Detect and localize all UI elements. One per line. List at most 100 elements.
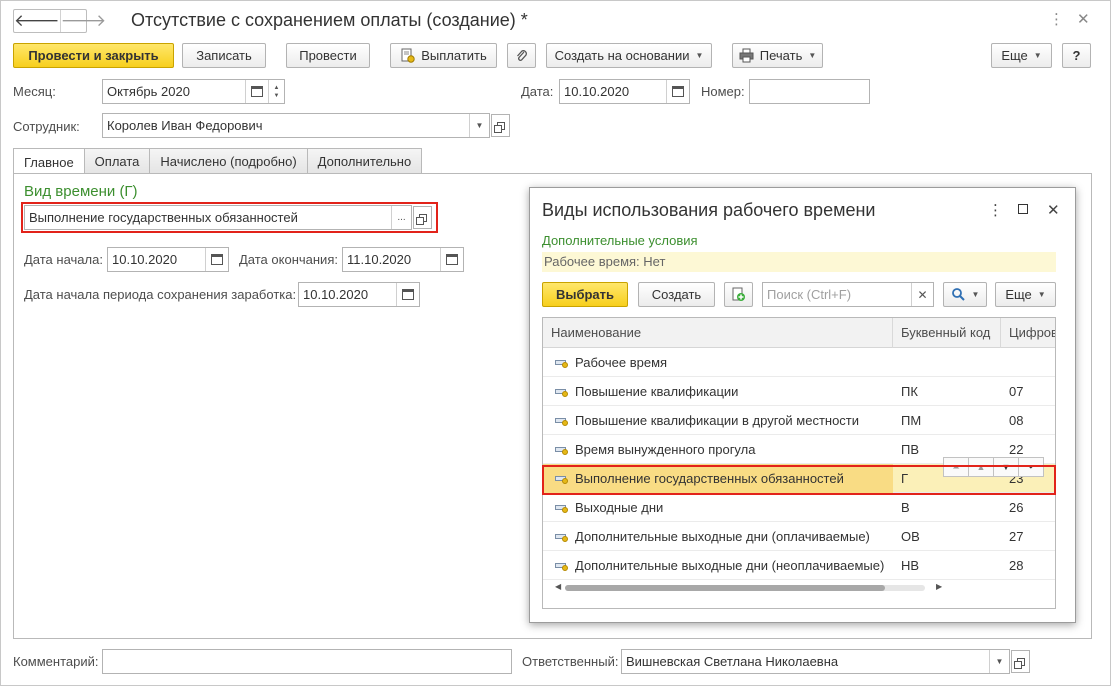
row-name: Выходные дни (575, 500, 664, 515)
column-header-digital-code[interactable]: Цифрово (1001, 318, 1055, 348)
earnings-start-field[interactable]: 10.10.2020 (298, 282, 420, 307)
row-name-cell: Дополнительные выходные дни (неоплачивае… (543, 551, 893, 580)
tab-main-label: Главное (24, 154, 74, 170)
row-digital-code (1001, 348, 1055, 377)
table-row[interactable]: Рабочее время (543, 348, 1055, 377)
search-options-button[interactable]: ▼ (943, 282, 987, 307)
month-calendar-button[interactable] (245, 80, 268, 103)
row-name-cell: Повышение квалификации (543, 377, 893, 406)
end-date-field[interactable]: 11.10.2020 (342, 247, 464, 272)
table-row[interactable]: Повышение квалификации в другой местност… (543, 406, 1055, 435)
table-row[interactable]: Дополнительные выходные дни (оплачиваемы… (543, 522, 1055, 551)
month-field[interactable]: Октябрь 2020 ▲ ▼ (102, 79, 285, 104)
dialog-title: Виды использования рабочего времени (542, 200, 876, 220)
back-button[interactable]: 🡐 (14, 10, 60, 32)
help-label: ? (1072, 48, 1081, 63)
tab-main[interactable]: Главное (13, 148, 85, 175)
tab-additional[interactable]: Дополнительно (306, 148, 423, 174)
clear-search-icon[interactable]: ✕ (911, 283, 933, 306)
comment-field[interactable] (102, 649, 512, 674)
tab-accrued-detail[interactable]: Начислено (подробно) (149, 148, 308, 174)
scroll-thumb[interactable] (565, 585, 885, 591)
attach-button[interactable] (507, 43, 536, 68)
row-name-cell: Повышение квалификации в другой местност… (543, 406, 893, 435)
dialog-more-button[interactable]: Еще ▼ (995, 282, 1056, 307)
chevron-down-icon: ▼ (808, 51, 817, 60)
save-button[interactable]: Записать (182, 43, 266, 68)
stepper-down-icon: ▼ (273, 92, 280, 99)
dialog-more-label: Еще (1005, 287, 1032, 302)
back-arrow-icon: 🡐 (14, 11, 60, 30)
end-date-calendar-button[interactable] (440, 248, 463, 271)
window-title: Отсутствие с сохранением оплаты (создани… (131, 10, 528, 30)
dialog-maximize-icon[interactable] (1018, 204, 1028, 214)
chevron-down-icon: ▼ (695, 51, 704, 60)
employee-field[interactable]: Королев Иван Федорович ▼ (102, 113, 490, 138)
selected-row-highlight (542, 465, 1056, 495)
additional-conditions-header: Дополнительные условия (542, 233, 698, 248)
dialog-menu-icon[interactable]: ⋮ (988, 201, 1003, 219)
employee-open-button[interactable] (491, 114, 510, 137)
start-date-calendar-button[interactable] (205, 248, 228, 271)
table-row[interactable]: Повышение квалификации ПК 07 (543, 377, 1055, 406)
window-close-icon[interactable]: ✕ (1077, 10, 1090, 28)
add-copy-icon (731, 287, 746, 302)
search-icon (951, 287, 966, 302)
table-row[interactable]: Дополнительные выходные дни (неоплачивае… (543, 551, 1055, 580)
window-menu-icon[interactable]: ⋮ (1049, 10, 1064, 28)
date-calendar-button[interactable] (666, 80, 689, 103)
month-stepper[interactable]: ▲ ▼ (268, 80, 284, 103)
paperclip-icon (514, 48, 529, 63)
responsible-value: Вишневская Светлана Николаевна (626, 654, 839, 669)
horizontal-scrollbar[interactable]: ◀ ▶ (555, 582, 955, 592)
print-button[interactable]: Печать ▼ (732, 43, 823, 68)
select-button[interactable]: Выбрать (542, 282, 628, 307)
dialog-close-icon[interactable]: ✕ (1047, 201, 1060, 219)
responsible-open-button[interactable] (1011, 650, 1030, 673)
row-name: Рабочее время (575, 355, 668, 370)
open-window-icon (1013, 657, 1025, 669)
calendar-icon (251, 86, 263, 97)
date-value: 10.10.2020 (564, 84, 630, 99)
search-placeholder: Поиск (Ctrl+F) (767, 287, 852, 302)
row-letter-code: ПК (901, 384, 918, 399)
earnings-start-label: Дата начала периода сохранения заработка… (24, 287, 297, 302)
post-and-close-button[interactable]: Провести и закрыть (13, 43, 174, 68)
row-letter-code: ОВ (901, 529, 920, 544)
post-and-close-label: Провести и закрыть (28, 48, 159, 63)
calendar-icon (211, 254, 223, 265)
row-digital-code: 26 (1009, 500, 1024, 515)
table-row[interactable]: Выходные дни В 26 (543, 493, 1055, 522)
number-field[interactable] (749, 79, 870, 104)
post-button[interactable]: Провести (286, 43, 370, 68)
row-digital-code: 27 (1009, 529, 1024, 544)
employee-dropdown-button[interactable]: ▼ (469, 114, 489, 137)
pay-button[interactable]: Выплатить (390, 43, 497, 68)
scroll-left-icon[interactable]: ◀ (555, 582, 561, 591)
create-based-on-button[interactable]: Создать на основании ▼ (546, 43, 712, 68)
scroll-right-icon[interactable]: ▶ (936, 582, 942, 591)
search-input[interactable]: Поиск (Ctrl+F) ✕ (762, 282, 934, 307)
forward-button[interactable]: 🡒 (59, 10, 106, 32)
help-button[interactable]: ? (1062, 43, 1091, 68)
tab-payment-label: Оплата (94, 154, 140, 169)
create-button[interactable]: Создать (638, 282, 715, 307)
responsible-dropdown-button[interactable]: ▼ (989, 650, 1009, 673)
row-letter-code: НВ (901, 558, 920, 573)
month-value: Октябрь 2020 (107, 84, 190, 99)
create-label: Создать (651, 287, 702, 302)
more-label: Еще (1001, 48, 1028, 63)
tab-payment[interactable]: Оплата (83, 148, 151, 174)
post-label: Провести (299, 48, 357, 63)
responsible-field[interactable]: Вишневская Светлана Николаевна ▼ (621, 649, 1010, 674)
earnings-start-value: 10.10.2020 (303, 287, 369, 302)
date-field[interactable]: 10.10.2020 (559, 79, 690, 104)
earnings-start-calendar-button[interactable] (396, 283, 419, 306)
column-header-name[interactable]: Наименование (543, 318, 893, 348)
column-header-letter-code[interactable]: Буквенный код (893, 318, 1001, 348)
create-copy-button[interactable] (724, 282, 753, 307)
row-name: Повышение квалификации (575, 384, 739, 399)
time-type-header: Вид времени (Г) (24, 183, 138, 200)
start-date-field[interactable]: 10.10.2020 (107, 247, 229, 272)
more-button[interactable]: Еще ▼ (991, 43, 1052, 68)
